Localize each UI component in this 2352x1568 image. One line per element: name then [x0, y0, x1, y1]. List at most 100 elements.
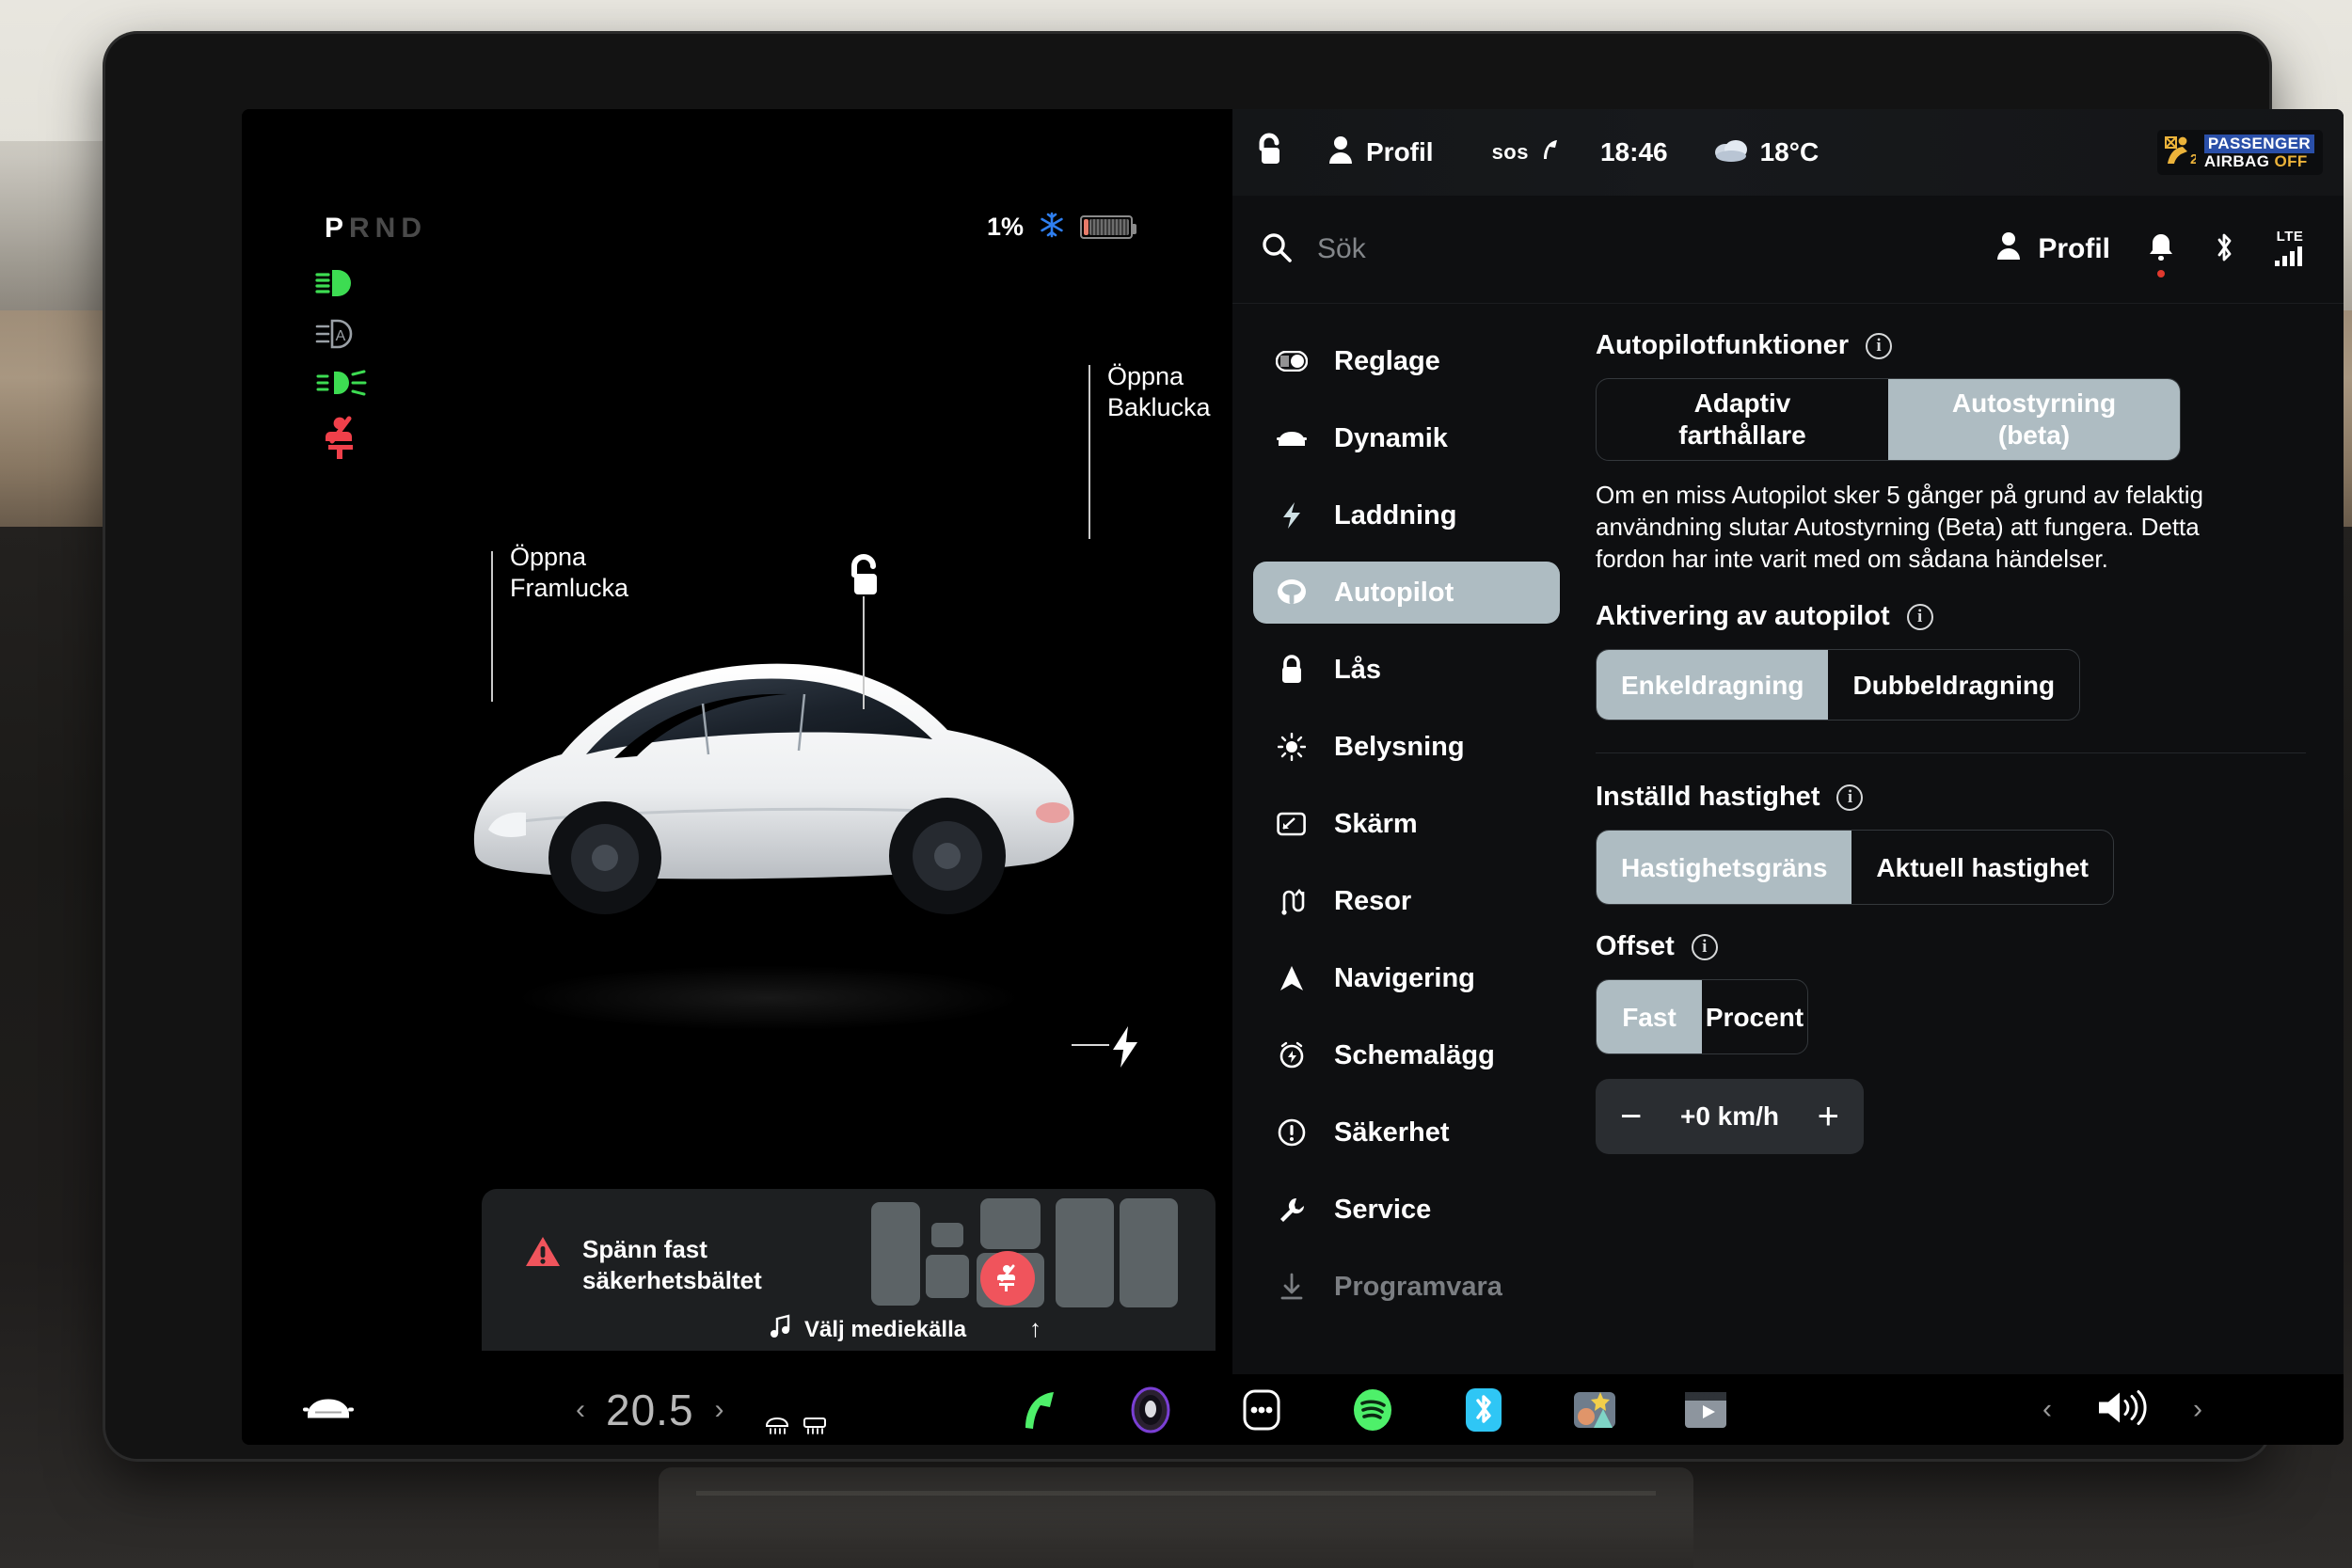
option-offset-percent[interactable]: Procent [1702, 980, 1807, 1053]
sidebar-item-label: Schemalägg [1334, 1039, 1495, 1070]
battery-percent: 1% [986, 213, 1024, 241]
sidebar-item-navigering[interactable]: Navigering [1253, 947, 1560, 1009]
sidebar-item-service[interactable]: Service [1253, 1179, 1560, 1241]
offset-decrement-button[interactable]: − [1620, 1098, 1642, 1135]
spotify-app-icon[interactable] [1346, 1384, 1399, 1436]
offset-stepper: − +0 km/h + [1596, 1079, 1864, 1155]
offset-increment-button[interactable]: + [1818, 1098, 1839, 1135]
sidebar-item-label: Lås [1334, 654, 1381, 685]
driving-visualization-panel: PRND A 1% Öppna Framlucka Öppna Baklucka… [242, 109, 1232, 1374]
info-icon[interactable]: i [1866, 332, 1893, 359]
more-apps-icon[interactable] [1235, 1384, 1288, 1436]
seat-occupancy-graphic [871, 1196, 1182, 1314]
info-icon[interactable]: i [1691, 933, 1718, 960]
volume-next-button[interactable]: › [2193, 1394, 2202, 1426]
sidebar-item-schemalagg[interactable]: Schemalägg [1253, 1024, 1560, 1086]
temp-decrease-button[interactable]: ‹ [576, 1394, 585, 1426]
section-divider [1596, 752, 2306, 754]
sidebar-item-label: Skärm [1334, 808, 1418, 839]
battery-gauge [1080, 215, 1136, 239]
sidebar-item-label: Programvara [1334, 1271, 1502, 1302]
sidebar-item-skarm[interactable]: Skärm [1253, 793, 1560, 855]
sos-button[interactable]: sos [1492, 137, 1559, 167]
unlock-icon[interactable] [1253, 133, 1285, 173]
lower-console [659, 1467, 1693, 1568]
rear-defrost-icon[interactable] [803, 1418, 827, 1441]
charge-port-bolt-icon [1109, 1025, 1141, 1073]
option-double-pull[interactable]: Dubbeldragning [1828, 650, 2079, 720]
airbag-badge-line1: PASSENGER [2203, 135, 2314, 153]
option-adaptive-cruise[interactable]: Adaptiv farthållare [1597, 379, 1888, 460]
person-icon [1327, 135, 1355, 171]
sidebar-item-dynamik[interactable]: Dynamik [1253, 407, 1560, 469]
bluetooth-app-icon[interactable] [1457, 1384, 1510, 1436]
offset-segmented-control: Fast Procent [1596, 979, 1808, 1055]
console-seam [696, 1491, 1656, 1496]
rear-trunk-label[interactable]: Öppna Baklucka [1107, 361, 1211, 423]
profile-button[interactable]: Profil [1994, 230, 2110, 268]
volume-prev-button[interactable]: ‹ [2042, 1394, 2052, 1426]
sidebar-item-label: Laddning [1334, 499, 1457, 531]
option-offset-fixed[interactable]: Fast [1597, 980, 1702, 1054]
set-speed-title: Inställd hastighet [1596, 782, 1820, 813]
photos-app-icon[interactable] [1568, 1384, 1621, 1436]
sidebar-item-resor[interactable]: Resor [1253, 870, 1560, 932]
network-status[interactable]: LTE [2274, 229, 2306, 271]
vehicle-status-bar: Profil sos 18:46 18°C 2 PASSENGER AIRBAG… [1232, 109, 2344, 196]
bell-icon [2148, 233, 2174, 266]
search-input[interactable] [1317, 233, 1656, 265]
sidebar-item-programvara[interactable]: Programvara [1253, 1256, 1560, 1318]
weather-status[interactable]: 18°C [1713, 136, 1820, 169]
option-current-speed[interactable]: Aktuell hastighet [1851, 831, 2113, 904]
sidebar-item-label: Resor [1334, 885, 1412, 916]
temp-increase-button[interactable]: › [715, 1394, 724, 1426]
snowflake-icon [1038, 211, 1066, 244]
profile-status-button[interactable]: Profil [1327, 135, 1434, 171]
sidebar-item-reglage[interactable]: Reglage [1253, 330, 1560, 392]
airbag-badge-line2: AIRBAG OFF [2203, 152, 2308, 170]
car-controls-button[interactable] [302, 1391, 355, 1428]
set-speed-segmented-control: Hastighetsgräns Aktuell hastighet [1596, 830, 2114, 906]
display-icon [1276, 812, 1308, 836]
info-icon[interactable]: i [1836, 784, 1864, 811]
front-defrost-icon[interactable] [765, 1417, 789, 1441]
sidebar-item-autopilot[interactable]: Autopilot [1253, 562, 1560, 624]
settings-body: Reglage Dynamik Laddning Autopilot Lås B… [1232, 304, 2344, 1374]
option-autosteer[interactable]: Autostyrning (beta) [1888, 379, 2180, 460]
exclamation-circle-icon [1276, 1118, 1308, 1147]
expand-card-button[interactable]: ↑ [1029, 1314, 1041, 1343]
option-single-pull[interactable]: Enkeldragning [1597, 650, 1829, 721]
media-app-icon[interactable] [1124, 1384, 1177, 1436]
seatbelt-warning: Spänn fast säkerhetsbältet [524, 1234, 762, 1295]
sidebar-item-label: Service [1334, 1194, 1432, 1225]
sidebar-item-belysning[interactable]: Belysning [1253, 716, 1560, 778]
sidebar-item-sakerhet[interactable]: Säkerhet [1253, 1101, 1560, 1164]
network-label: LTE [2276, 228, 2304, 245]
outside-temperature: 18°C [1759, 137, 1820, 166]
phone-app-icon[interactable] [1013, 1384, 1066, 1436]
info-icon[interactable]: i [1906, 603, 1933, 630]
media-source-button[interactable]: Välj mediekälla [769, 1314, 966, 1345]
signal-bars-icon [2274, 245, 2306, 271]
autopilot-features-title: Autopilotfunktioner [1596, 330, 1850, 360]
person-icon [1994, 230, 2023, 268]
notifications-button[interactable] [2148, 232, 2174, 277]
unlock-icon[interactable] [842, 553, 885, 605]
theater-app-icon[interactable] [1679, 1384, 1732, 1436]
car-render [473, 663, 1074, 914]
volume-control: ‹ › [2042, 1387, 2202, 1432]
sidebar-item-laddning[interactable]: Laddning [1253, 484, 1560, 546]
gear-rnd: RND [349, 213, 428, 244]
notification-badge [2157, 269, 2165, 277]
search-box[interactable] [1261, 231, 1656, 268]
front-trunk-label[interactable]: Öppna Framlucka [510, 542, 628, 604]
high-beam-icon [315, 267, 364, 299]
battery-empty [1089, 219, 1129, 235]
volume-icon[interactable] [2095, 1387, 2150, 1432]
bluetooth-icon[interactable] [2212, 231, 2236, 268]
clock-time: 18:46 [1599, 137, 1668, 166]
settings-app-bar: Profil LTE [1232, 196, 2344, 304]
settings-app: Profil sos 18:46 18°C 2 PASSENGER AIRBAG… [1232, 109, 2344, 1374]
sidebar-item-las[interactable]: Lås [1253, 639, 1560, 701]
option-speed-limit[interactable]: Hastighetsgräns [1597, 831, 1852, 905]
